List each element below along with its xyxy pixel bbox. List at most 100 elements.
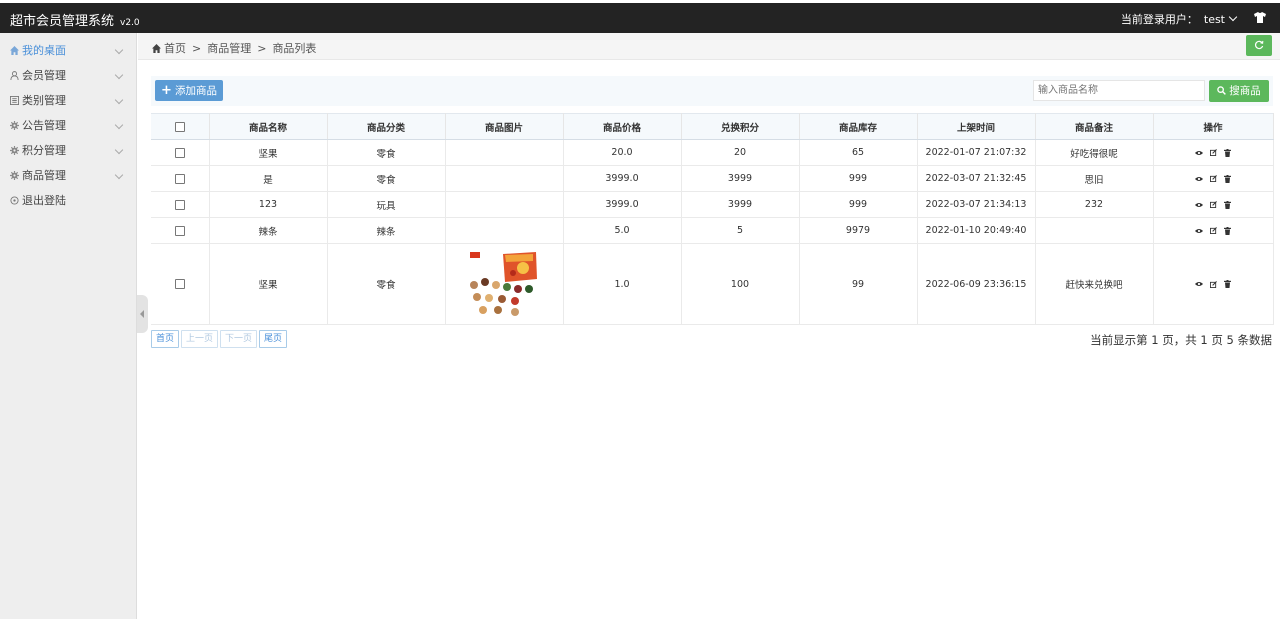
view-icon[interactable] bbox=[1194, 202, 1203, 208]
goods-image-cell bbox=[445, 191, 564, 218]
table-row: 123 玩具 3999.0 3999 999 2022-03-07 21:34:… bbox=[151, 191, 1274, 218]
edit-icon[interactable] bbox=[1210, 227, 1217, 234]
sidebar-item-desktop[interactable]: 我的桌面 bbox=[0, 38, 136, 63]
table-row: 是 零食 3999.0 3999 999 2022-03-07 21:32:45… bbox=[151, 165, 1274, 192]
add-goods-label: 添加商品 bbox=[174, 85, 217, 97]
chevron-down-icon bbox=[114, 145, 124, 155]
plus-icon: + bbox=[161, 83, 172, 98]
column-header[interactable]: 商品名称 bbox=[209, 113, 328, 140]
goods-note: 232 bbox=[1035, 191, 1154, 218]
product-image[interactable] bbox=[469, 251, 539, 317]
row-checkbox[interactable] bbox=[174, 225, 185, 236]
goods-name: 坚果 bbox=[209, 139, 328, 166]
sidebar-item-members[interactable]: 会员管理 bbox=[0, 63, 136, 88]
delete-icon[interactable] bbox=[1224, 174, 1232, 183]
row-actions bbox=[1153, 139, 1274, 166]
goods-time: 2022-01-10 20:49:40 bbox=[917, 217, 1036, 244]
select-all-checkbox[interactable] bbox=[174, 121, 185, 132]
row-select-cell bbox=[151, 165, 210, 192]
delete-icon[interactable] bbox=[1224, 148, 1232, 157]
edit-icon[interactable] bbox=[1210, 175, 1217, 182]
view-icon[interactable] bbox=[1194, 228, 1203, 234]
sidebar-item-categories[interactable]: 类别管理 bbox=[0, 88, 136, 113]
sidebar-item-goods[interactable]: 商品管理 bbox=[0, 163, 136, 188]
edit-icon[interactable] bbox=[1210, 280, 1217, 288]
row-checkbox[interactable] bbox=[174, 199, 185, 210]
row-checkbox[interactable] bbox=[174, 279, 185, 289]
breadcrumb-goods[interactable]: 商品管理 bbox=[207, 42, 251, 55]
page-info: 当前显示第 1 页，共 1 页 5 条数据 bbox=[1090, 333, 1272, 347]
goods-points: 3999 bbox=[681, 191, 800, 218]
row-actions bbox=[1153, 191, 1274, 218]
column-header[interactable]: 商品库存 bbox=[799, 113, 918, 140]
sidebar-item-logout[interactable]: 退出登陆 bbox=[0, 188, 136, 213]
prev-page-button[interactable]: 上一页 bbox=[181, 330, 219, 348]
username[interactable]: test bbox=[1204, 13, 1225, 26]
breadcrumb-home[interactable]: 首页 bbox=[164, 42, 186, 55]
goods-name: 123 bbox=[209, 191, 328, 218]
breadcrumb-separator: > bbox=[192, 42, 202, 55]
edit-icon[interactable] bbox=[1210, 149, 1217, 156]
edit-icon[interactable] bbox=[1210, 201, 1217, 208]
goods-name: 坚果 bbox=[209, 243, 328, 325]
goods-time: 2022-01-07 21:07:32 bbox=[917, 139, 1036, 166]
goods-image-cell bbox=[445, 165, 564, 192]
goods-category: 辣条 bbox=[327, 217, 446, 244]
toolbar: +添加商品 搜商品 bbox=[151, 76, 1273, 106]
sidebar-item-points[interactable]: 积分管理 bbox=[0, 138, 136, 163]
home-icon bbox=[152, 44, 161, 53]
app-version: v2.0 bbox=[120, 18, 140, 28]
app-title: 超市会员管理系统 v2.0 bbox=[10, 10, 140, 29]
column-header[interactable]: 上架时间 bbox=[917, 113, 1036, 140]
view-icon[interactable] bbox=[1194, 150, 1203, 156]
breadcrumb-current: 商品列表 bbox=[272, 42, 317, 55]
refresh-icon bbox=[1254, 40, 1264, 50]
refresh-button[interactable] bbox=[1246, 35, 1272, 56]
column-header[interactable]: 商品价格 bbox=[563, 113, 682, 140]
sidebar-item-label: 我的桌面 bbox=[22, 44, 66, 57]
goods-stock: 9979 bbox=[799, 217, 918, 244]
goods-points: 100 bbox=[681, 243, 800, 325]
sidebar-collapse-handle[interactable] bbox=[137, 295, 148, 333]
delete-icon[interactable] bbox=[1224, 226, 1232, 235]
chevron-down-icon[interactable] bbox=[1228, 12, 1238, 22]
table-row: 坚果 零食 1.0 100 99 2022-06-09 23:36:15 赶快来… bbox=[151, 243, 1274, 325]
search-input[interactable] bbox=[1033, 80, 1205, 101]
sidebar-item-announcements[interactable]: 公告管理 bbox=[0, 113, 136, 138]
goods-note: 好吃得很呢 bbox=[1035, 139, 1154, 166]
goods-category: 玩具 bbox=[327, 191, 446, 218]
goods-time: 2022-03-07 21:34:13 bbox=[917, 191, 1036, 218]
column-header[interactable]: 商品备注 bbox=[1035, 113, 1154, 140]
next-page-button[interactable]: 下一页 bbox=[220, 330, 258, 348]
view-icon[interactable] bbox=[1194, 176, 1203, 182]
delete-icon[interactable] bbox=[1224, 280, 1232, 288]
table-row: 辣条 辣条 5.0 5 9979 2022-01-10 20:49:40 bbox=[151, 217, 1274, 244]
row-select-cell bbox=[151, 139, 210, 166]
goods-price: 1.0 bbox=[563, 243, 682, 325]
search-button[interactable]: 搜商品 bbox=[1209, 80, 1269, 102]
home-icon bbox=[10, 46, 19, 55]
goods-points: 5 bbox=[681, 217, 800, 244]
current-user[interactable]: 当前登录用户： test bbox=[1120, 11, 1238, 27]
chevron-down-icon bbox=[114, 95, 124, 105]
column-header[interactable]: 兑换积分 bbox=[681, 113, 800, 140]
column-header[interactable]: 商品分类 bbox=[327, 113, 446, 140]
first-page-button[interactable]: 首页 bbox=[151, 330, 180, 348]
row-checkbox[interactable] bbox=[174, 147, 185, 158]
goods-image-cell bbox=[445, 139, 564, 166]
row-select-cell bbox=[151, 191, 210, 218]
login-label: 当前登录用户： bbox=[1120, 13, 1198, 26]
shirt-icon[interactable] bbox=[1254, 12, 1266, 23]
add-goods-button[interactable]: + 添加商品 bbox=[155, 80, 223, 101]
row-checkbox[interactable] bbox=[174, 173, 185, 184]
sidebar-item-label: 积分管理 bbox=[22, 144, 66, 157]
goods-points: 20 bbox=[681, 139, 800, 166]
goods-name: 辣条 bbox=[209, 217, 328, 244]
last-page-button[interactable]: 尾页 bbox=[259, 330, 288, 348]
goods-category: 零食 bbox=[327, 243, 446, 325]
view-icon[interactable] bbox=[1194, 281, 1203, 287]
delete-icon[interactable] bbox=[1224, 200, 1232, 209]
goods-stock: 99 bbox=[799, 243, 918, 325]
search-button-label: 搜商品 bbox=[1229, 85, 1261, 97]
column-header[interactable]: 商品图片 bbox=[445, 113, 564, 140]
